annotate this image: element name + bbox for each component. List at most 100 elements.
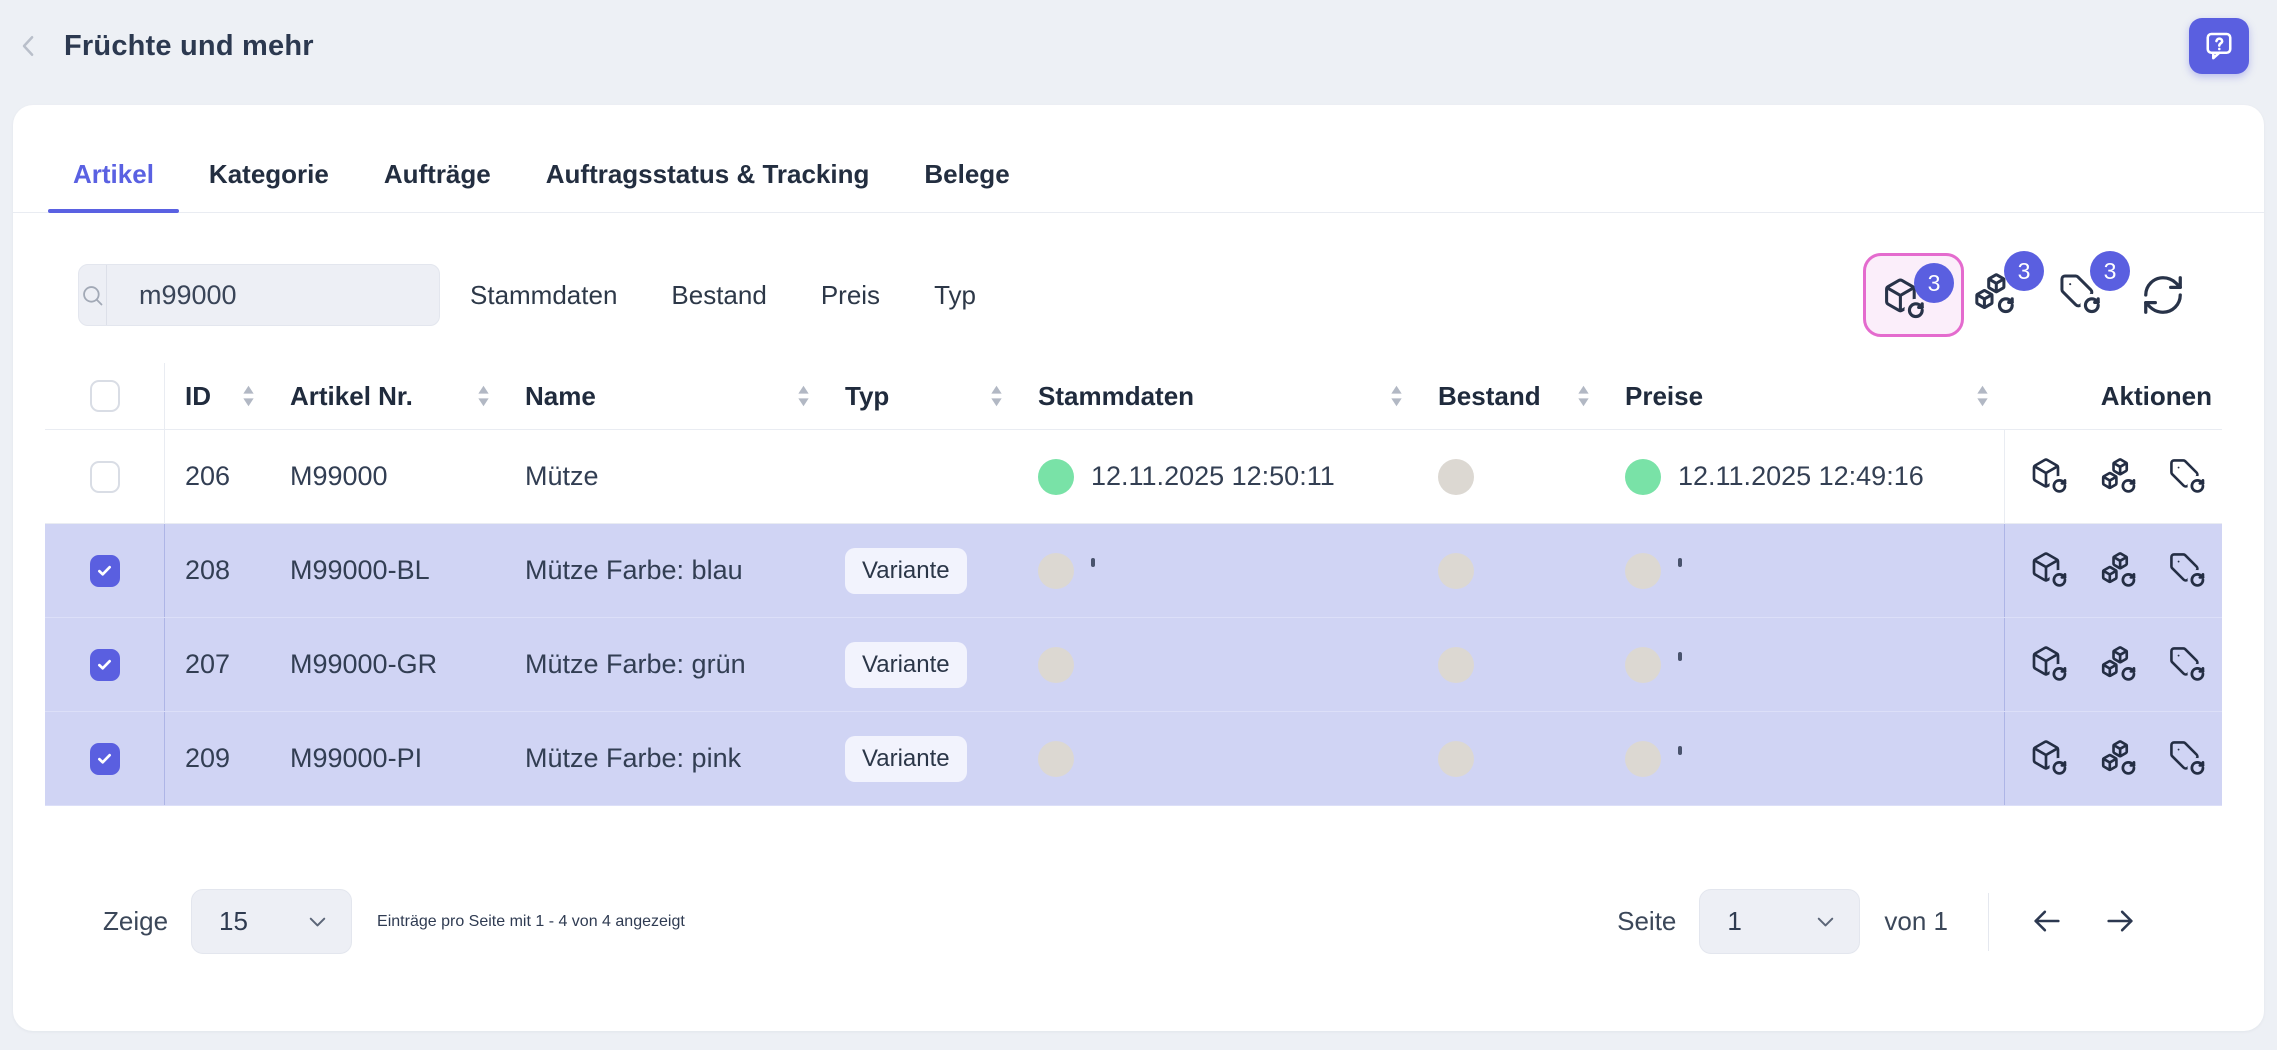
status-dot: [1038, 741, 1074, 777]
select-all-checkbox[interactable]: [90, 380, 120, 412]
tab-kategorie[interactable]: Kategorie: [184, 151, 354, 212]
sync-badge: 3: [2090, 251, 2130, 291]
sort-icon[interactable]: [476, 384, 491, 408]
row-checkbox[interactable]: [90, 649, 120, 681]
table-row[interactable]: 209 M99000-PI Mütze Farbe: pink Variante: [45, 712, 2222, 806]
sort-icon[interactable]: [796, 384, 811, 408]
table-row[interactable]: 207 M99000-GR Mütze Farbe: grün Variante: [45, 618, 2222, 712]
cell-bestand: [1418, 430, 1605, 523]
filter-bestand[interactable]: Bestand: [671, 280, 766, 311]
filter-label: Stammdaten: [470, 280, 617, 310]
filter-preis[interactable]: Preis: [821, 280, 880, 311]
cell-bestand: [1418, 712, 1605, 805]
cell-typ: [825, 430, 1018, 523]
tick-mark: [1678, 652, 1682, 661]
cubes-sync-icon: [2099, 551, 2139, 591]
column-label: Stammdaten: [1038, 381, 1194, 412]
cell-stammdaten: [1018, 618, 1418, 711]
search-icon: [79, 265, 107, 325]
sync-article-action[interactable]: [2030, 645, 2070, 685]
sync-stock-action[interactable]: [2099, 551, 2139, 591]
sync-stock-action[interactable]: [2099, 645, 2139, 685]
total-pages-label: von 1: [1884, 906, 1948, 937]
page-size-select[interactable]: 15: [191, 889, 352, 954]
filter-typ[interactable]: Typ: [934, 280, 976, 311]
column-header-name[interactable]: Name: [505, 363, 825, 429]
sync-price-action[interactable]: [2168, 645, 2208, 685]
column-header-stammdaten[interactable]: Stammdaten: [1018, 363, 1418, 429]
sort-icon[interactable]: [1576, 384, 1591, 408]
status-dot: [1625, 647, 1661, 683]
cell-bestand: [1418, 524, 1605, 617]
cube-sync-icon: [2030, 551, 2070, 591]
cell-actions: [2004, 430, 2222, 523]
column-header-id[interactable]: ID: [165, 363, 270, 429]
row-checkbox[interactable]: [90, 461, 120, 493]
search-box: [78, 264, 440, 326]
cube-sync-icon: [2030, 739, 2070, 779]
tag-sync-icon: [2168, 551, 2208, 591]
tag-sync-icon: [2168, 457, 2208, 497]
sync-article-action[interactable]: [2030, 551, 2070, 591]
sort-icon[interactable]: [1389, 384, 1404, 408]
sync-articles-button[interactable]: 3: [1863, 253, 1964, 337]
help-button[interactable]: [2189, 18, 2249, 74]
column-header-preise[interactable]: Preise: [1605, 363, 2004, 429]
status-dot: [1038, 553, 1074, 589]
next-page-button[interactable]: [2102, 904, 2138, 940]
sync-article-action[interactable]: [2030, 457, 2070, 497]
tab-bar: Artikel Kategorie Aufträge Auftragsstatu…: [13, 105, 2264, 213]
back-button[interactable]: [10, 27, 48, 65]
cell-artikel-nr: M99000-BL: [270, 524, 505, 617]
cell-actions: [2004, 524, 2222, 617]
select-all-cell: [45, 363, 165, 429]
pagination-divider: [1988, 893, 1989, 951]
tag-sync-icon: [2168, 739, 2208, 779]
timestamp: 12.11.2025 12:50:11: [1091, 461, 1335, 492]
row-checkbox[interactable]: [90, 743, 120, 775]
sync-stock-button[interactable]: 3: [1972, 253, 2018, 337]
search-input[interactable]: [107, 280, 440, 311]
table-row[interactable]: 208 M99000-BL Mütze Farbe: blau Variante: [45, 524, 2222, 618]
toolbar: Stammdaten Bestand Preis Typ 3 3 3: [78, 253, 2186, 337]
cube-sync-icon: [2030, 457, 2070, 497]
column-header-aktionen[interactable]: Aktionen: [2004, 363, 2222, 429]
previous-page-button[interactable]: [2029, 904, 2065, 940]
column-header-bestand[interactable]: Bestand: [1418, 363, 1605, 429]
tab-artikel[interactable]: Artikel: [48, 151, 179, 212]
sync-price-action[interactable]: [2168, 551, 2208, 591]
tab-auftragsstatus-tracking[interactable]: Auftragsstatus & Tracking: [521, 151, 895, 212]
table-row[interactable]: 206 M99000 Mütze 12.11.2025 12:50:11 12.…: [45, 430, 2222, 524]
tab-auftr-ge[interactable]: Aufträge: [359, 151, 516, 212]
status-dot: [1625, 459, 1661, 495]
tab-belege[interactable]: Belege: [899, 151, 1034, 212]
variant-badge: Variante: [845, 548, 967, 594]
column-header-artikel-nr[interactable]: Artikel Nr.: [270, 363, 505, 429]
refresh-icon: [2140, 272, 2186, 318]
column-header-typ[interactable]: Typ: [825, 363, 1018, 429]
sort-icon[interactable]: [241, 384, 256, 408]
refresh-button[interactable]: [2140, 253, 2186, 337]
status-dot: [1438, 647, 1474, 683]
filter-stammdaten[interactable]: Stammdaten: [470, 280, 617, 311]
status-dot: [1438, 553, 1474, 589]
cubes-sync-icon: [2099, 645, 2139, 685]
sync-article-action[interactable]: [2030, 739, 2070, 779]
sync-price-action[interactable]: [2168, 739, 2208, 779]
sync-button-group: 3 3 3: [1863, 253, 2186, 337]
column-label: Artikel Nr.: [290, 381, 413, 412]
cell-actions: [2004, 618, 2222, 711]
cell-id: 209: [165, 712, 270, 805]
pagination-bar: Zeige 15 Einträge pro Seite mit 1 - 4 vo…: [13, 889, 2264, 954]
sync-prices-button[interactable]: 3: [2058, 253, 2104, 337]
sort-icon[interactable]: [989, 384, 1004, 408]
sort-icon[interactable]: [1975, 384, 1990, 408]
table-header-row: ID Artikel Nr. Name Typ Stammdaten Besta…: [45, 363, 2222, 430]
sync-price-action[interactable]: [2168, 457, 2208, 497]
sync-stock-action[interactable]: [2099, 457, 2139, 497]
page-select[interactable]: 1: [1699, 889, 1860, 954]
row-checkbox[interactable]: [90, 555, 120, 587]
chevron-down-icon: [1812, 908, 1839, 935]
check-icon: [95, 749, 114, 768]
sync-stock-action[interactable]: [2099, 739, 2139, 779]
